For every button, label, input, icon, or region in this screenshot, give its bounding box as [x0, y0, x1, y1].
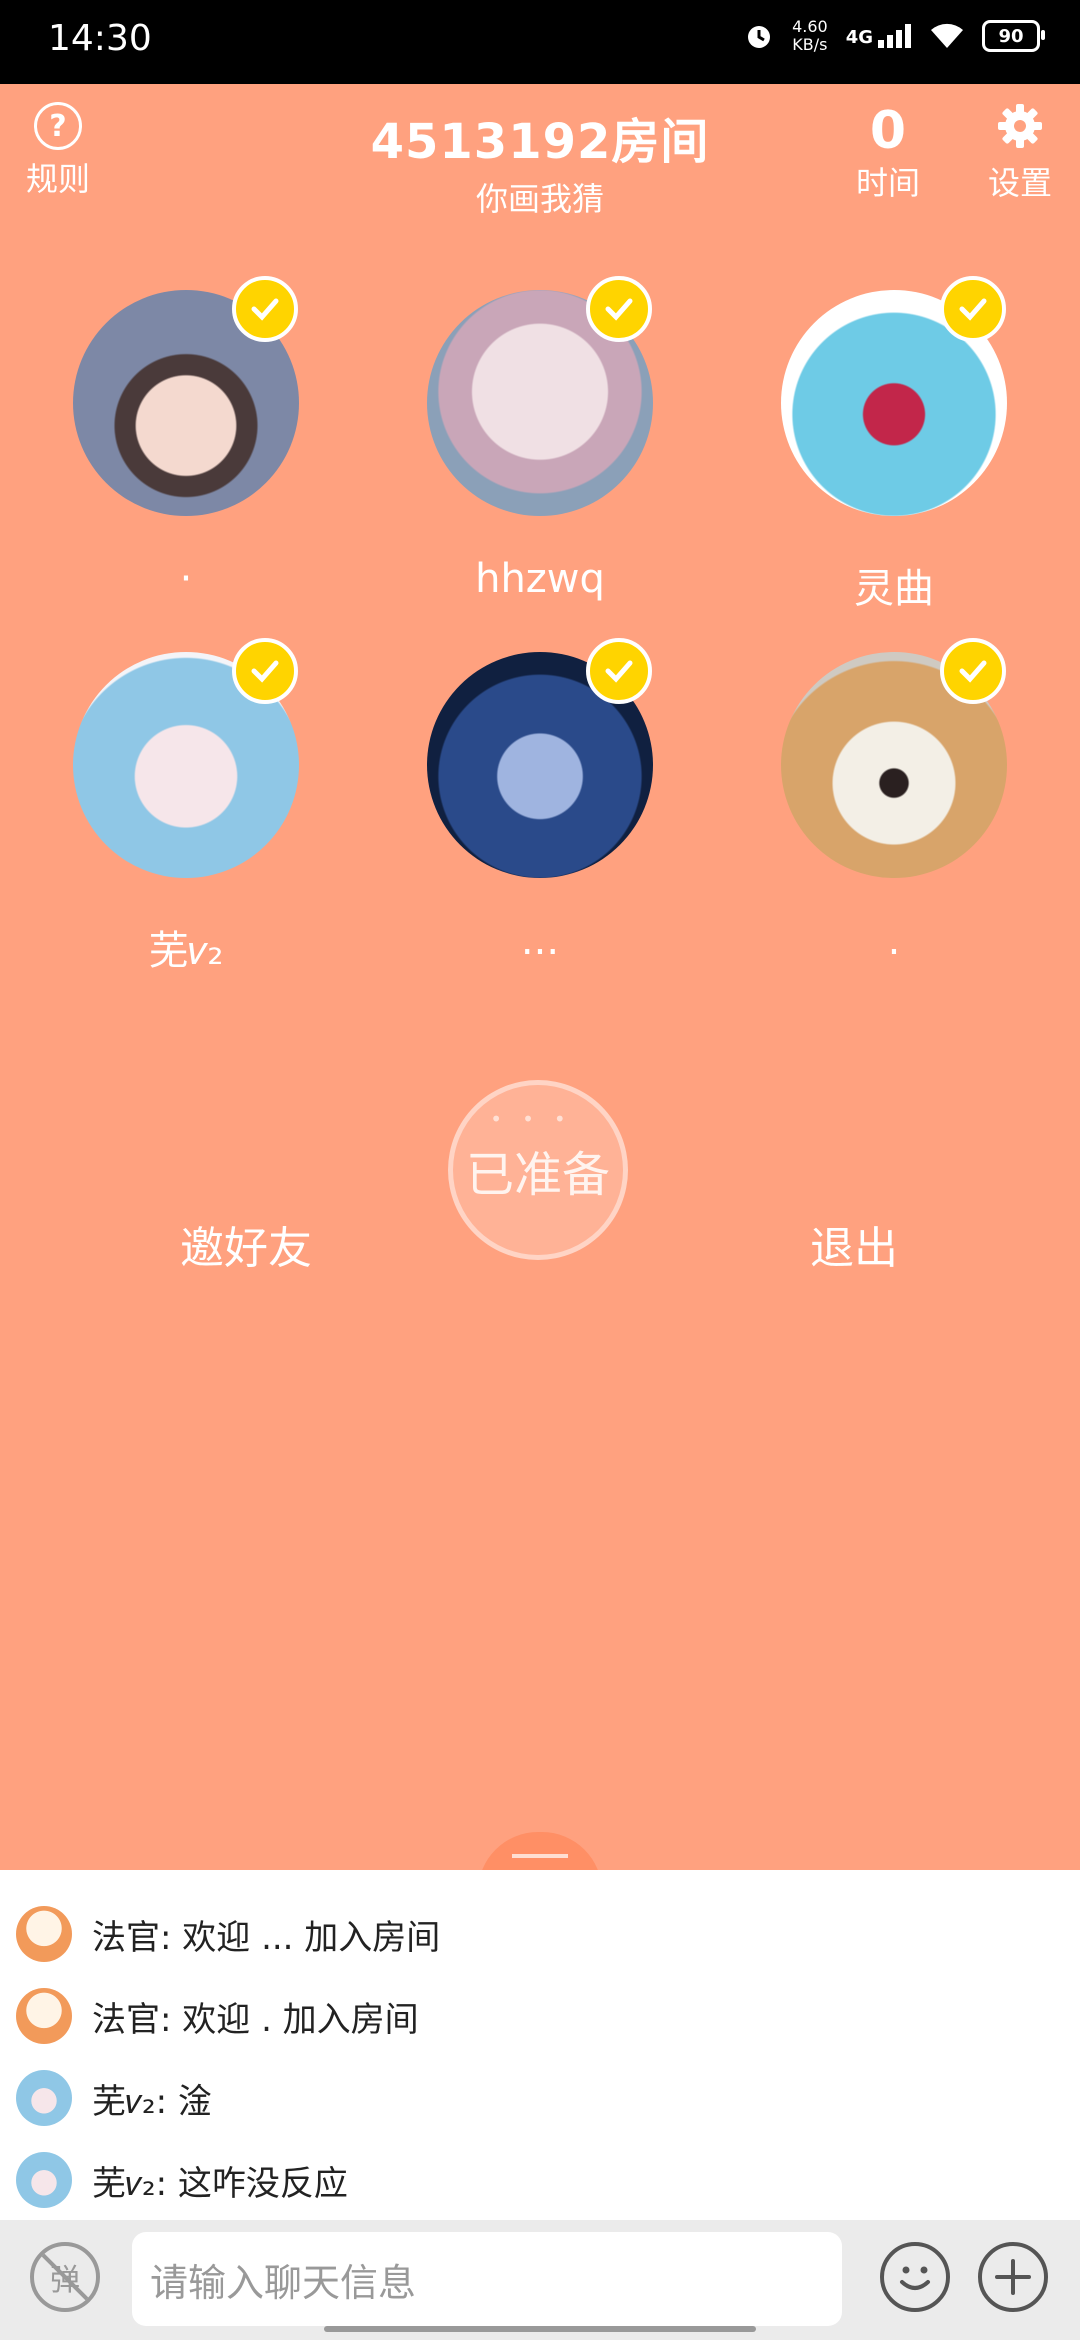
status-time: 14:30 — [48, 18, 152, 59]
smile-icon — [900, 2266, 930, 2290]
judge-avatar — [16, 1988, 72, 2044]
danmu-label: 弹 — [50, 2263, 80, 2298]
invite-friends-button[interactable]: 邀好友 — [180, 1212, 312, 1276]
ready-button[interactable]: ••• 已准备 — [448, 1080, 628, 1260]
more-options-button[interactable] — [978, 2242, 1048, 2312]
ready-check-icon — [232, 276, 298, 342]
room-header: ? 规则 4513192房间 你画我猜 0 时间 设置 — [0, 84, 1080, 218]
chat-message-text: 法官: 欢迎 ... 加入房间 — [92, 1917, 441, 1958]
home-indicator — [324, 2326, 756, 2332]
user-avatar — [16, 2152, 72, 2208]
chat-message-text: 芜𝑣₂: 淦 — [92, 2081, 212, 2122]
danmu-toggle-button[interactable]: 弹 — [30, 2242, 100, 2312]
settings-label: 设置 — [987, 164, 1052, 202]
player-name: · — [179, 556, 193, 602]
rules-label: 规则 — [25, 160, 90, 198]
network-type: 4G — [845, 27, 873, 48]
ready-check-icon — [586, 276, 652, 342]
chat-message: 法官: 欢迎 ... 加入房间 — [16, 1904, 440, 1964]
chat-message: 法官: 欢迎 . 加入房间 — [16, 1986, 419, 2046]
player-name: ... — [520, 918, 560, 964]
game-name: 你画我猜 — [475, 180, 604, 218]
network-speed-value: 4.60 — [792, 17, 828, 36]
player-slot[interactable]: · — [36, 276, 336, 606]
timer-value: 0 — [869, 101, 907, 161]
player-slot[interactable]: 灵曲 — [744, 276, 1044, 612]
emoji-button[interactable] — [880, 2242, 950, 2312]
player-slot[interactable]: . — [744, 638, 1044, 968]
player-name: 芜𝑣₂ — [148, 928, 224, 974]
quit-button[interactable]: 退出 — [810, 1212, 898, 1276]
wifi-icon — [931, 23, 963, 48]
player-name: hhzwq — [475, 556, 605, 602]
chat-message: 芜𝑣₂: 这咋没反应 — [16, 2150, 348, 2210]
player-slot[interactable]: ... — [390, 638, 690, 968]
alarm-icon — [748, 26, 771, 48]
chat-input-placeholder: 请输入聊天信息 — [150, 2260, 417, 2305]
chat-panel: 法官: 欢迎 ... 加入房间 法官: 欢迎 . 加入房间 芜𝑣₂: 淦 芜𝑣₂… — [0, 1870, 1080, 2220]
ready-check-icon — [232, 638, 298, 704]
settings-button[interactable]: 设置 — [980, 102, 1060, 204]
timer: 0 时间 — [838, 104, 938, 204]
status-icons: 4.60 KB/s 4G 90 — [744, 18, 1045, 54]
timer-label: 时间 — [855, 164, 920, 202]
chat-input-bar: 弹 请输入聊天信息 — [0, 2220, 1080, 2340]
chat-input[interactable]: 请输入聊天信息 — [132, 2232, 842, 2326]
user-avatar — [16, 2070, 72, 2126]
status-bar: 14:30 4.60 KB/s 4G 90 — [0, 0, 1080, 84]
player-slot[interactable]: 芜𝑣₂ — [36, 638, 336, 974]
rules-button[interactable]: ? 规则 — [22, 102, 94, 200]
chat-message-text: 芜𝑣₂: 这咋没反应 — [92, 2163, 348, 2204]
ready-check-icon — [940, 276, 1006, 342]
ready-label: 已准备 — [465, 1147, 610, 1203]
player-slot[interactable]: hhzwq — [390, 276, 690, 606]
chat-message-text: 法官: 欢迎 . 加入房间 — [92, 1999, 419, 2040]
player-name: . — [887, 918, 901, 964]
help-icon: ? — [34, 102, 82, 150]
signal-icon — [878, 24, 911, 48]
player-name: 灵曲 — [854, 566, 934, 612]
network-speed-unit: KB/s — [792, 35, 828, 54]
room-title: 4513192房间 — [370, 114, 710, 170]
room-info: 4513192房间 你画我猜 — [340, 102, 740, 220]
judge-avatar — [16, 1906, 72, 1962]
plus-icon — [995, 2259, 1031, 2295]
signal-indicator: 4G — [846, 24, 912, 48]
network-speed: 4.60 KB/s — [792, 18, 828, 54]
ready-dots-decoration: ••• — [490, 1107, 586, 1131]
gear-icon — [998, 104, 1042, 148]
ready-check-icon — [586, 638, 652, 704]
battery-indicator: 90 — [982, 20, 1045, 52]
ready-check-icon — [940, 638, 1006, 704]
chat-message: 芜𝑣₂: 淦 — [16, 2068, 212, 2128]
